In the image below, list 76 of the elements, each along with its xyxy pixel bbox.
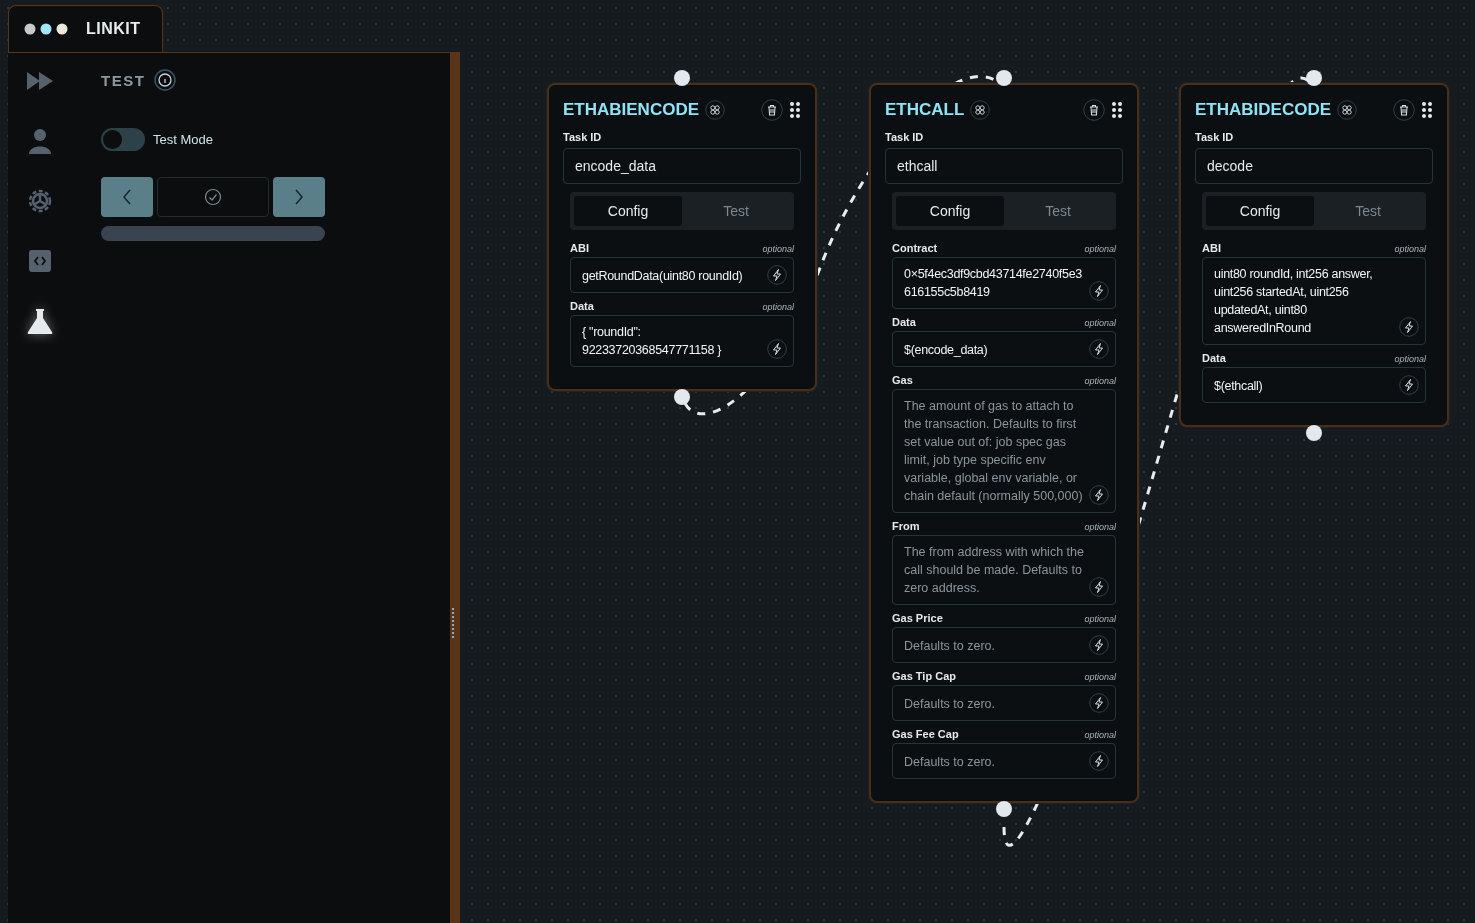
lightning-icon[interactable]: [1399, 375, 1419, 395]
tab[interactable]: Config: [896, 196, 1004, 226]
optional-note: optional: [1084, 244, 1116, 254]
tab[interactable]: Test: [682, 196, 790, 226]
task-id-field[interactable]: ethcall: [885, 148, 1123, 184]
field-label: Data: [1202, 352, 1226, 364]
field-label: Task ID: [885, 131, 925, 143]
grid-icon[interactable]: [970, 100, 991, 120]
lightning-icon[interactable]: [1089, 693, 1109, 713]
chevron-right-icon: [293, 188, 305, 206]
field-label: From: [892, 520, 920, 532]
tab[interactable]: Test: [1004, 196, 1112, 226]
tab[interactable]: Config: [574, 196, 682, 226]
field-label: Gas Fee Cap: [892, 728, 959, 740]
tab[interactable]: Test: [1314, 196, 1422, 226]
trash-icon[interactable]: [1393, 99, 1415, 121]
lightning-icon[interactable]: [767, 265, 787, 285]
grid-icon[interactable]: [705, 100, 725, 120]
toggle-label: Test Mode: [153, 132, 213, 147]
optional-note: optional: [1084, 730, 1116, 740]
lightning-icon[interactable]: [1089, 635, 1109, 655]
lightning-icon[interactable]: [1089, 577, 1109, 597]
lightning-icon[interactable]: [1089, 751, 1109, 771]
connection-handle[interactable]: [674, 389, 690, 405]
trash-icon[interactable]: [1083, 99, 1105, 121]
drag-handle-icon[interactable]: [1421, 101, 1433, 119]
optional-note: optional: [1084, 318, 1116, 328]
panel-title: TEST: [101, 71, 146, 89]
optional-note: optional: [1394, 244, 1426, 254]
field-label: Task ID: [563, 131, 603, 143]
chevron-left-icon: [121, 188, 133, 206]
field-label: Task ID: [1195, 131, 1235, 143]
window-dots-icon: [24, 22, 68, 36]
field-label: ABI: [1202, 242, 1221, 254]
trash-icon[interactable]: [761, 99, 783, 121]
field-label: Data: [570, 300, 594, 312]
optional-note: optional: [762, 302, 794, 312]
task-node-card[interactable]: ETHABIDECODE Task ID decode Config Test ABI optional uint80 roundId, int256 answer, uint256 startedAt, uint256 updatedAt, uint80 answeredInRound Data optional $(ethcall): [1179, 83, 1449, 427]
drag-handle-icon[interactable]: [1111, 101, 1123, 119]
connection-handle[interactable]: [996, 801, 1012, 817]
lightning-icon[interactable]: [1089, 485, 1109, 505]
optional-note: optional: [1394, 354, 1426, 364]
node-title: ETHABIDECODE: [1195, 100, 1331, 120]
field-label: ABI: [570, 242, 589, 254]
optional-note: optional: [1084, 614, 1116, 624]
task-node-card[interactable]: ETHABIENCODE Task ID encode_data Config Test ABI optional getRoundData(uint80 roundId) Data optional { "roundId": 92233720368547771158 }: [547, 83, 817, 391]
lightning-icon[interactable]: [1399, 317, 1419, 337]
connection-handle[interactable]: [1306, 70, 1322, 86]
lightning-icon[interactable]: [1089, 339, 1109, 359]
node-title: ETHABIENCODE: [563, 100, 699, 120]
field-label: Gas Price: [892, 612, 943, 624]
grid-icon[interactable]: [1337, 100, 1357, 120]
check-circle-icon: [204, 188, 222, 206]
optional-note: optional: [1084, 522, 1116, 532]
lightning-icon[interactable]: [1089, 281, 1109, 301]
task-id-field[interactable]: decode: [1195, 148, 1433, 184]
optional-note: optional: [1084, 672, 1116, 682]
test-mode-toggle[interactable]: [101, 128, 145, 151]
task-id-field[interactable]: encode_data: [563, 148, 801, 184]
flask-icon[interactable]: [25, 306, 55, 336]
drag-handle-icon[interactable]: [789, 101, 801, 119]
optional-note: optional: [762, 244, 794, 254]
field-label: Gas Tip Cap: [892, 670, 956, 682]
tab[interactable]: Config: [1206, 196, 1314, 226]
connection-handle[interactable]: [996, 70, 1012, 86]
field-label: Data: [892, 316, 916, 328]
connection-handle[interactable]: [1306, 425, 1322, 441]
node-title: ETHCALL: [885, 100, 965, 120]
app-logo: LINKIT: [86, 20, 141, 38]
field-label: Gas: [892, 374, 913, 386]
field-label: Contract: [892, 242, 938, 254]
info-icon[interactable]: [154, 69, 177, 91]
lightning-icon[interactable]: [767, 339, 787, 359]
connection-handle[interactable]: [674, 70, 690, 86]
task-node-card[interactable]: [869, 83, 1139, 803]
optional-note: optional: [1084, 376, 1116, 386]
